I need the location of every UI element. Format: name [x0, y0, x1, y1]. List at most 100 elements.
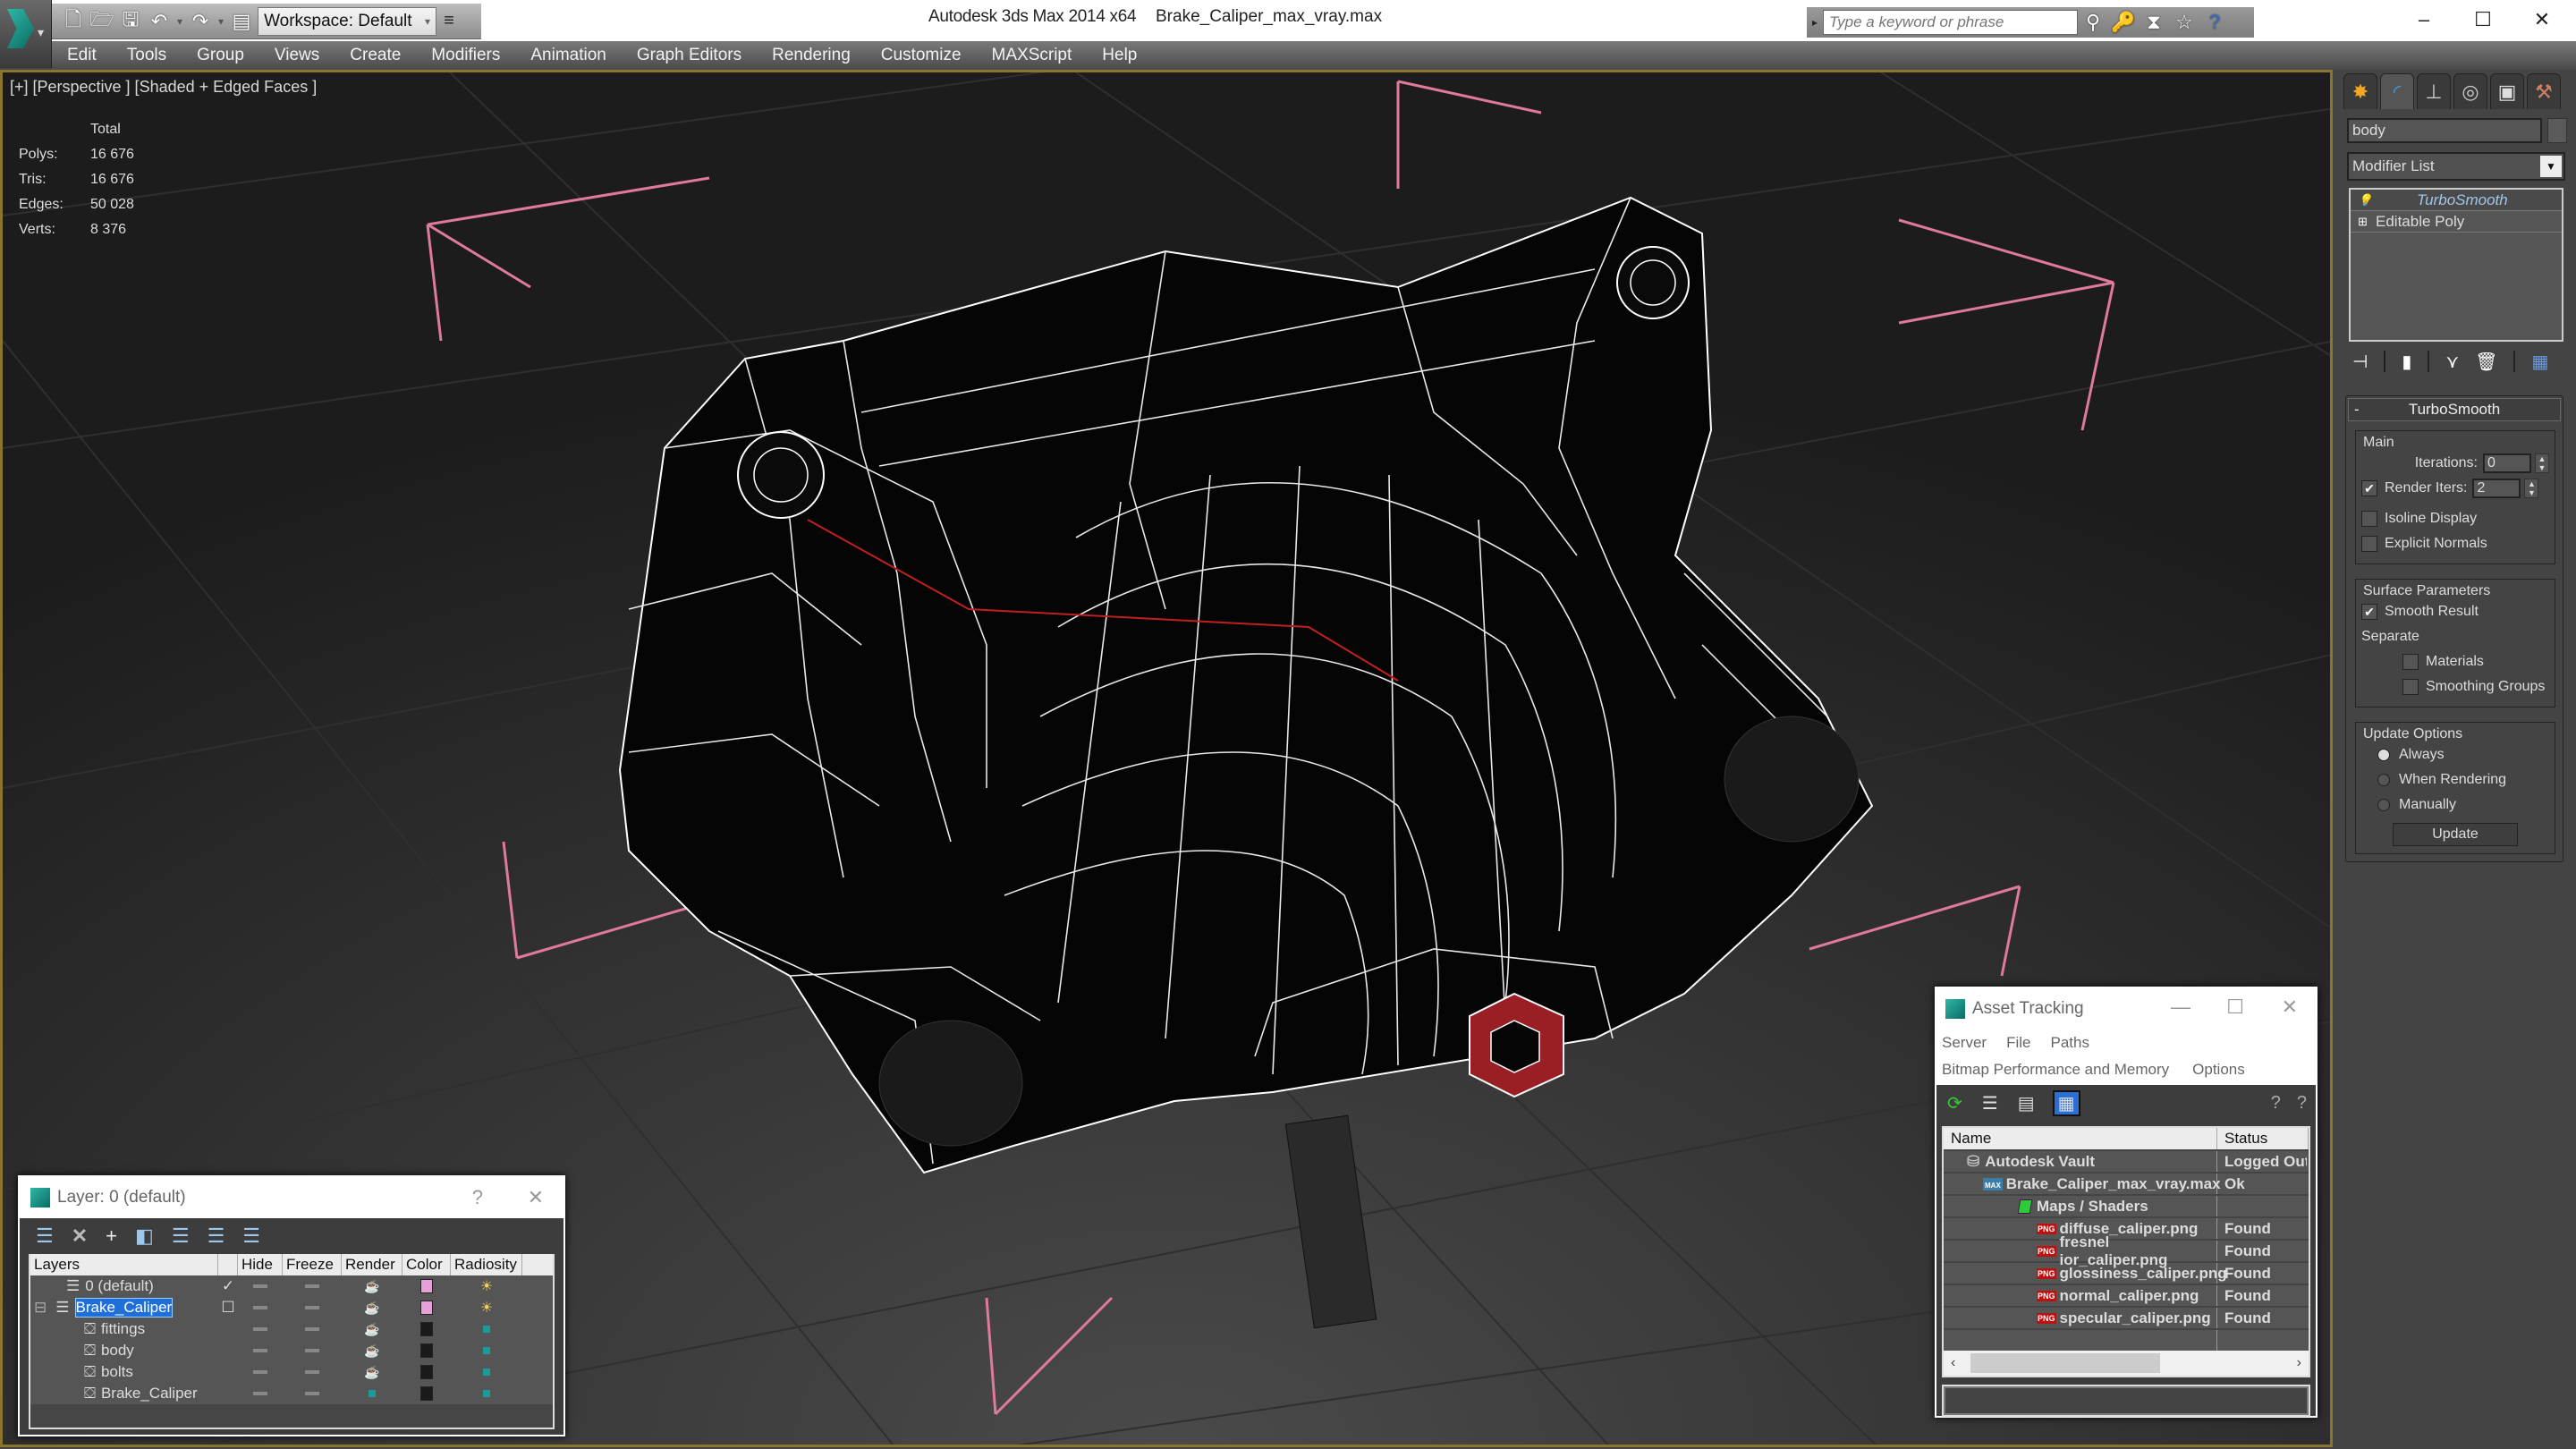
scroll-right-icon[interactable]: ›: [2297, 1355, 2301, 1371]
iterations-spinner[interactable]: 0: [2483, 453, 2531, 473]
layer-row[interactable]: ⊟ ☰ Brake_Caliper ☐ ☕ ☀: [30, 1297, 553, 1318]
asset-row[interactable]: PNG specular_caliper.png Found: [1944, 1306, 2309, 1328]
rollout-header[interactable]: - TurboSmooth: [2348, 398, 2561, 421]
update-manually-radio[interactable]: [2377, 799, 2390, 811]
radiosity-toggle[interactable]: ☀: [451, 1299, 522, 1317]
menu-maxscript[interactable]: MAXScript: [977, 46, 1088, 65]
workspace-dropdown[interactable]: Workspace: Default ▾: [258, 6, 437, 36]
render-toggle[interactable]: ☕: [342, 1343, 402, 1359]
scrollbar-thumb[interactable]: [1970, 1353, 2160, 1373]
open-file-icon[interactable]: 🗁: [89, 8, 114, 34]
render-toggle[interactable]: ☕: [342, 1301, 402, 1316]
update-when-rendering-radio[interactable]: [2377, 774, 2390, 786]
help-icon[interactable]: ?: [2297, 1093, 2307, 1114]
hide-toggle[interactable]: [238, 1306, 283, 1309]
layer-row[interactable]: ⛋ Brake_Caliper: [30, 1383, 553, 1404]
asset-row[interactable]: PNG glossiness_caliper.png Found: [1944, 1261, 2309, 1284]
layer-row[interactable]: ⛋ body ☕: [30, 1340, 553, 1361]
menu-options[interactable]: Options: [2192, 1061, 2245, 1079]
col-layers[interactable]: Layers: [30, 1254, 218, 1275]
render-toggle[interactable]: [342, 1390, 402, 1397]
materials-checkbox[interactable]: [2402, 654, 2419, 670]
favorites-star-icon[interactable]: ☆: [2169, 11, 2199, 34]
col-render[interactable]: Render: [342, 1254, 402, 1275]
binoculars-icon[interactable]: ⚲: [2078, 11, 2108, 34]
color-cell[interactable]: [402, 1365, 451, 1379]
layer-row[interactable]: ☰ 0 (default) ✓ ☕ ☀: [30, 1275, 553, 1297]
highlight-selected-layer-icon[interactable]: ☰: [172, 1224, 190, 1248]
radiosity-toggle[interactable]: [451, 1326, 522, 1333]
asset-row[interactable]: MAX Brake_Caliper_max_vray.max Ok: [1944, 1172, 2309, 1194]
stack-item-editable-poly[interactable]: ⊞ Editable Poly: [2351, 211, 2562, 233]
layer-row[interactable]: ⛋ fittings ☕: [30, 1318, 553, 1340]
col-hide[interactable]: Hide: [238, 1254, 283, 1275]
col-color[interactable]: Color: [402, 1254, 451, 1275]
subscription-icon[interactable]: 🔑: [2108, 11, 2139, 34]
layer-row[interactable]: ⛋ bolts ☕: [30, 1361, 553, 1383]
freeze-toggle[interactable]: [283, 1327, 342, 1331]
menu-bitmap-performance[interactable]: Bitmap Performance and Memory: [1942, 1061, 2169, 1079]
display-tab[interactable]: ▣: [2490, 73, 2524, 109]
menu-rendering[interactable]: Rendering: [757, 46, 866, 65]
freeze-toggle[interactable]: [283, 1349, 342, 1352]
layer-name-cell[interactable]: ⛋ fittings: [30, 1320, 218, 1338]
viewport-label-menu[interactable]: [+] [Perspective ] [Shaded + Edged Faces…: [10, 78, 317, 97]
save-file-icon[interactable]: 🖫: [118, 8, 143, 34]
customize-qat-icon[interactable]: ≡: [444, 11, 454, 31]
hierarchy-tab[interactable]: ⊥: [2417, 73, 2451, 109]
col-current[interactable]: [218, 1254, 238, 1275]
remove-modifier-icon[interactable]: 🗑: [2475, 351, 2497, 373]
menu-server[interactable]: Server: [1942, 1034, 1987, 1052]
expand-plus-icon[interactable]: ⊞: [2358, 215, 2376, 229]
color-cell[interactable]: [402, 1322, 451, 1336]
project-folder-icon[interactable]: ▤: [229, 9, 254, 34]
tree-view-icon[interactable]: ▤: [2018, 1092, 2035, 1114]
layer-name-cell[interactable]: ⛋ Brake_Caliper: [30, 1385, 218, 1402]
color-cell[interactable]: [402, 1301, 451, 1315]
hide-toggle[interactable]: [238, 1392, 283, 1395]
smoothing-groups-checkbox[interactable]: [2402, 679, 2419, 695]
communication-center-icon[interactable]: ⧗: [2139, 11, 2169, 34]
horizontal-scrollbar[interactable]: ‹ ›: [1944, 1351, 2309, 1376]
dialog-title-bar[interactable]: Layer: 0 (default) ? ✕: [20, 1177, 564, 1218]
close-button[interactable]: ✕: [528, 1186, 544, 1209]
list-view-icon[interactable]: ☰: [1982, 1092, 1998, 1114]
isoline-display-checkbox[interactable]: [2361, 511, 2377, 527]
maximize-button[interactable]: ☐: [2456, 4, 2510, 36]
make-unique-icon[interactable]: ⋎: [2445, 351, 2459, 373]
scroll-left-icon[interactable]: ‹: [1951, 1355, 1955, 1371]
update-always-radio[interactable]: [2377, 749, 2390, 761]
explicit-normals-checkbox[interactable]: [2361, 536, 2377, 552]
dialog-title-bar[interactable]: Asset Tracking — ☐ ✕: [1936, 988, 2316, 1030]
menu-group[interactable]: Group: [182, 46, 259, 65]
asset-row[interactable]: ⛁ Autodesk Vault Logged Out: [1944, 1149, 2309, 1172]
col-radiosity[interactable]: Radiosity: [451, 1254, 522, 1275]
menu-paths[interactable]: Paths: [2050, 1034, 2089, 1052]
radiosity-toggle[interactable]: [451, 1390, 522, 1397]
radiosity-toggle[interactable]: [451, 1368, 522, 1376]
menu-customize[interactable]: Customize: [866, 46, 977, 65]
redo-dropdown-icon[interactable]: ▾: [218, 15, 224, 28]
expand-search-icon[interactable]: ▸: [1812, 16, 1818, 29]
asset-row[interactable]: PNG normal_caliper.png Found: [1944, 1284, 2309, 1306]
show-end-result-icon[interactable]: ▮: [2402, 351, 2411, 373]
current-layer-toggle[interactable]: ☐: [218, 1299, 238, 1317]
layer-name-cell[interactable]: ⊟ ☰ Brake_Caliper: [30, 1298, 218, 1318]
menu-create[interactable]: Create: [335, 46, 416, 65]
add-to-layer-icon[interactable]: +: [106, 1224, 117, 1248]
col-status[interactable]: Status: [2217, 1128, 2309, 1149]
hide-toggle[interactable]: [238, 1370, 283, 1374]
freeze-toggle[interactable]: [283, 1306, 342, 1309]
create-tab[interactable]: ✸: [2343, 73, 2377, 109]
menu-graph-editors[interactable]: Graph Editors: [622, 46, 757, 65]
asset-row[interactable]: Maps / Shaders: [1944, 1194, 2309, 1216]
help-icon[interactable]: ?: [2199, 11, 2230, 34]
close-button[interactable]: ✕: [2282, 996, 2298, 1019]
search-input[interactable]: [1823, 10, 2079, 35]
menu-modifiers[interactable]: Modifiers: [416, 46, 515, 65]
hide-toggle[interactable]: [238, 1349, 283, 1352]
freeze-toggle[interactable]: [283, 1284, 342, 1288]
render-iters-spinner[interactable]: 2: [2472, 479, 2521, 498]
create-new-layer-icon[interactable]: ☰: [36, 1224, 54, 1248]
delete-layer-icon[interactable]: ✕: [72, 1224, 88, 1248]
